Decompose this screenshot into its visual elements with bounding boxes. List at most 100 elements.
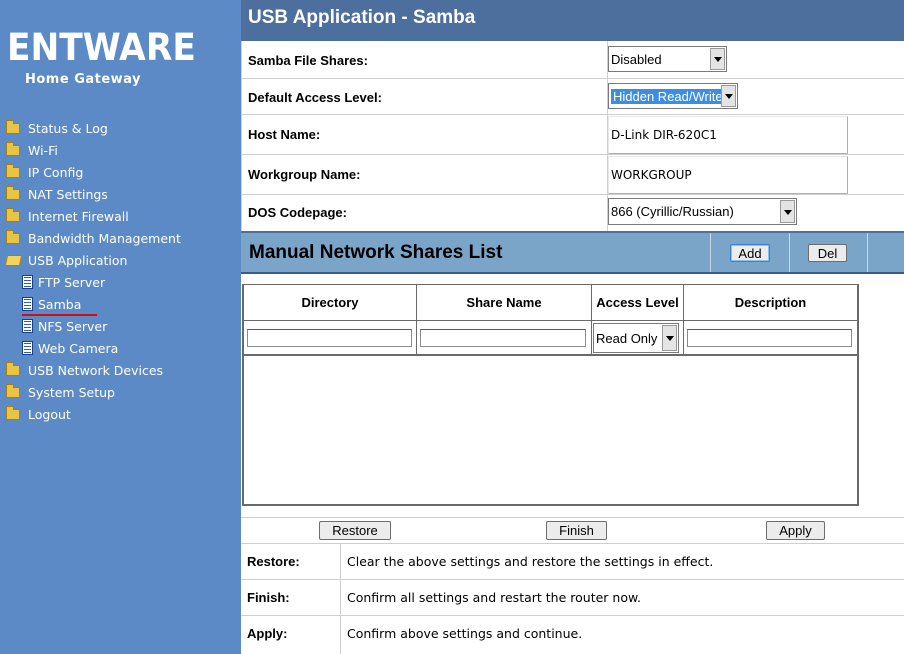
column-header-access-level: Access Level bbox=[592, 285, 684, 321]
new-row-directory-cell bbox=[244, 321, 417, 356]
sidebar-item-label: IP Config bbox=[28, 164, 84, 180]
restore-button[interactable]: Restore bbox=[319, 521, 391, 540]
row-divider bbox=[340, 544, 341, 579]
header-divider bbox=[789, 233, 790, 272]
folder-icon bbox=[6, 383, 20, 398]
chevron-down-icon[interactable] bbox=[710, 48, 725, 70]
main-content: USB Application - Samba Samba File Share… bbox=[241, 0, 904, 654]
help-row-apply: Apply: Confirm above settings and contin… bbox=[241, 615, 904, 654]
logo-subtitle: Home Gateway bbox=[25, 72, 142, 87]
form-row-codepage: DOS Codepage: 866 (Cyrillic/Russian) bbox=[241, 195, 904, 231]
sidebar-item-label: Wi-Fi bbox=[28, 142, 58, 158]
directory-input[interactable] bbox=[247, 329, 412, 347]
column-header-description: Description bbox=[684, 285, 857, 321]
sidebar-item-label: Status & Log bbox=[28, 120, 108, 136]
help-text-restore: Clear the above settings and restore the… bbox=[347, 554, 714, 569]
sidebar-item-label: Bandwidth Management bbox=[28, 230, 181, 246]
delete-share-button[interactable]: Del bbox=[808, 244, 847, 262]
sidebar-item-samba[interactable]: Samba bbox=[22, 294, 81, 314]
folder-icon bbox=[6, 361, 20, 376]
host-name-label: Host Name: bbox=[248, 127, 321, 142]
sidebar-item-label: FTP Server bbox=[38, 274, 106, 290]
sidebar-item-internet-firewall[interactable]: Internet Firewall bbox=[6, 206, 129, 226]
shares-title: Manual Network Shares List bbox=[249, 242, 503, 263]
folder-icon bbox=[6, 185, 20, 200]
access-level-label: Default Access Level: bbox=[248, 90, 382, 105]
finish-button[interactable]: Finish bbox=[546, 521, 607, 540]
access-level-select[interactable]: Hidden Read/Write bbox=[608, 83, 738, 109]
new-row-share-name-cell bbox=[417, 321, 592, 356]
sidebar-item-nfs-server[interactable]: NFS Server bbox=[22, 316, 107, 336]
access-level-value: Hidden Read/Write bbox=[611, 88, 725, 104]
host-name-input[interactable]: D-Link DIR-620C1 bbox=[608, 116, 848, 154]
sidebar: ENTWARE Home Gateway Status & Log Wi-Fi … bbox=[0, 0, 241, 654]
apply-button[interactable]: Apply bbox=[766, 521, 825, 540]
document-icon bbox=[22, 275, 33, 289]
sidebar-item-label: System Setup bbox=[28, 384, 115, 400]
samba-shares-select[interactable]: Disabled bbox=[608, 46, 727, 72]
sidebar-item-label: NAT Settings bbox=[28, 186, 108, 202]
share-access-level-select[interactable]: Read Only bbox=[593, 323, 679, 353]
header-divider bbox=[710, 233, 711, 272]
chevron-down-icon[interactable] bbox=[721, 85, 736, 107]
samba-shares-value: Disabled bbox=[611, 51, 662, 67]
codepage-label: DOS Codepage: bbox=[248, 205, 347, 220]
sidebar-item-label: Logout bbox=[28, 406, 71, 422]
samba-shares-label: Samba File Shares: bbox=[248, 53, 368, 68]
sidebar-item-system-setup[interactable]: System Setup bbox=[6, 382, 115, 402]
description-input[interactable] bbox=[687, 329, 852, 347]
folder-icon bbox=[6, 163, 20, 178]
folder-icon bbox=[6, 405, 20, 420]
logo-title: ENTWARE bbox=[7, 26, 196, 69]
help-text-finish: Confirm all settings and restart the rou… bbox=[347, 590, 642, 605]
sidebar-item-label: USB Application bbox=[28, 252, 128, 268]
header-divider bbox=[867, 233, 868, 272]
column-header-share-name: Share Name bbox=[417, 285, 592, 321]
add-share-button[interactable]: Add bbox=[730, 244, 770, 262]
sidebar-item-ftp-server[interactable]: FTP Server bbox=[22, 272, 105, 292]
new-row-description-cell bbox=[684, 321, 857, 356]
sidebar-item-logout[interactable]: Logout bbox=[6, 404, 71, 424]
sidebar-item-usb-application[interactable]: USB Application bbox=[4, 250, 128, 270]
form-row-samba-shares: Samba File Shares: Disabled bbox=[241, 41, 904, 79]
shares-section-header: Manual Network Shares List Add Del bbox=[241, 231, 904, 274]
help-label-apply: Apply: bbox=[247, 626, 288, 641]
new-row-access-level-cell: Read Only bbox=[592, 321, 684, 356]
workgroup-label: Workgroup Name: bbox=[248, 167, 361, 182]
folder-open-icon bbox=[4, 254, 23, 266]
workgroup-input[interactable]: WORKGROUP bbox=[608, 156, 848, 194]
column-header-directory: Directory bbox=[244, 285, 417, 321]
sidebar-item-label: USB Network Devices bbox=[28, 362, 164, 378]
folder-icon bbox=[6, 207, 20, 222]
sidebar-item-bandwidth-management[interactable]: Bandwidth Management bbox=[6, 228, 181, 248]
shares-table: Directory Share Name Access Level Descri… bbox=[242, 284, 859, 506]
sidebar-item-label: Web Camera bbox=[38, 340, 119, 356]
share-access-level-value: Read Only bbox=[596, 330, 658, 346]
folder-icon bbox=[6, 229, 20, 244]
sidebar-item-wifi[interactable]: Wi-Fi bbox=[6, 140, 58, 160]
folder-icon bbox=[6, 119, 20, 134]
help-row-restore: Restore: Clear the above settings and re… bbox=[241, 543, 904, 579]
form-row-workgroup: Workgroup Name: WORKGROUP bbox=[241, 155, 904, 195]
folder-icon bbox=[6, 141, 20, 156]
action-buttons-row: Restore Finish Apply bbox=[241, 517, 904, 542]
help-text-apply: Confirm above settings and continue. bbox=[347, 626, 583, 641]
codepage-select[interactable]: 866 (Cyrillic/Russian) bbox=[608, 198, 797, 225]
sidebar-item-label: Samba bbox=[38, 296, 82, 312]
row-divider bbox=[340, 580, 341, 615]
document-icon bbox=[22, 341, 33, 355]
form-row-host-name: Host Name: D-Link DIR-620C1 bbox=[241, 115, 904, 155]
share-name-input[interactable] bbox=[420, 329, 586, 347]
sidebar-item-label: Internet Firewall bbox=[28, 208, 129, 224]
row-divider bbox=[340, 616, 341, 654]
page-title: USB Application - Samba bbox=[241, 0, 904, 41]
document-icon bbox=[22, 319, 33, 333]
chevron-down-icon[interactable] bbox=[662, 325, 677, 351]
help-row-finish: Finish: Confirm all settings and restart… bbox=[241, 579, 904, 615]
sidebar-item-nat-settings[interactable]: NAT Settings bbox=[6, 184, 108, 204]
sidebar-item-ip-config[interactable]: IP Config bbox=[6, 162, 83, 182]
sidebar-item-web-camera[interactable]: Web Camera bbox=[22, 338, 118, 358]
chevron-down-icon[interactable] bbox=[780, 200, 795, 223]
sidebar-item-usb-network-devices[interactable]: USB Network Devices bbox=[6, 360, 163, 380]
sidebar-item-status-log[interactable]: Status & Log bbox=[6, 118, 108, 138]
